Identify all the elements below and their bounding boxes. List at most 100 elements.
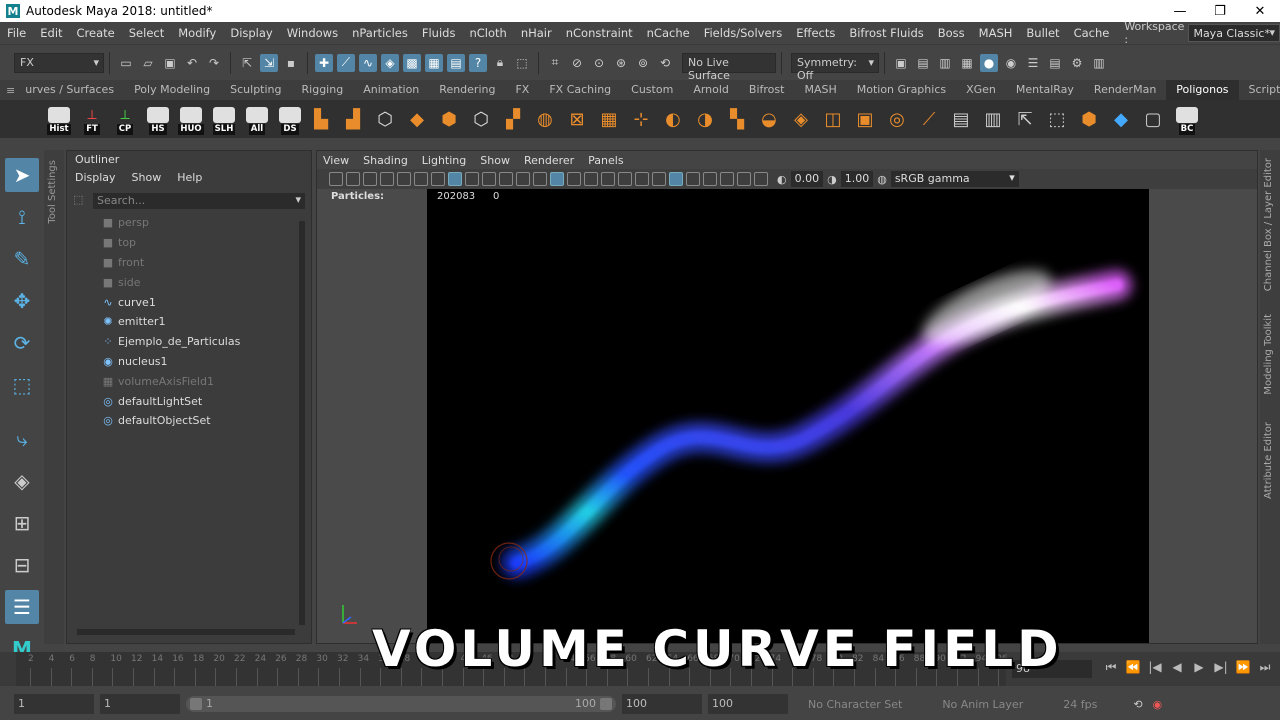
select-by-curve-icon[interactable]: ∿ — [359, 53, 377, 72]
outliner-item[interactable]: ◎ defaultLightSet — [67, 391, 299, 411]
filter-icon[interactable]: ⬚ — [73, 193, 83, 206]
tab-motion-graphics[interactable]: Motion Graphics — [847, 80, 956, 100]
tab-bifrost[interactable]: Bifrost — [739, 80, 795, 100]
undo-icon[interactable]: ↶ — [183, 54, 201, 72]
step-forward-frame-button[interactable]: ▶| — [1210, 660, 1232, 675]
paint-select-tool-icon[interactable]: ✎ — [5, 242, 39, 276]
tab-mentalray[interactable]: MentalRay — [1006, 80, 1084, 100]
sphere-icon[interactable]: ◍ — [532, 106, 558, 132]
extrude-icon[interactable]: ▙ — [308, 106, 334, 132]
scale-tool-icon[interactable]: ⬚ — [5, 368, 39, 402]
menu-bullet[interactable]: Bullet — [1019, 26, 1066, 40]
go-to-end-button[interactable]: ⏭ — [1254, 660, 1276, 675]
cube-icon[interactable]: ⬡ — [372, 106, 398, 132]
select-by-joint-icon[interactable]: ⟋ — [337, 53, 355, 72]
menu-nparticles[interactable]: nParticles — [345, 26, 415, 40]
tab-fx[interactable]: FX — [505, 80, 539, 100]
outliner-item[interactable]: ∿ curve1 — [67, 292, 299, 312]
select-by-rendering-icon[interactable]: ▤ — [447, 53, 465, 72]
shelf-button-ds[interactable]: DS — [275, 103, 305, 135]
viewport-menu-panels[interactable]: Panels — [588, 154, 623, 167]
motion-blur-icon[interactable] — [652, 172, 666, 186]
menu-effects[interactable]: Effects — [789, 26, 842, 40]
menu-boss[interactable]: Boss — [931, 26, 972, 40]
tab-animation[interactable]: Animation — [353, 80, 429, 100]
animation-end-field[interactable]: 100 — [708, 694, 788, 714]
bounding-box-icon[interactable]: ⬚ — [1044, 106, 1070, 132]
append-icon[interactable]: ⊹ — [628, 106, 654, 132]
loop-icon[interactable]: ⟲ — [1133, 698, 1142, 711]
resolution-gate-icon[interactable] — [465, 172, 479, 186]
outliner-menu-show[interactable]: Show — [132, 171, 162, 184]
menu-nconstraint[interactable]: nConstraint — [559, 26, 640, 40]
fill-hole-icon[interactable]: ◒ — [756, 106, 782, 132]
snap-curve-icon[interactable]: ⊘ — [568, 54, 586, 72]
grid-icon[interactable]: ▦ — [596, 106, 622, 132]
step-back-frame-button[interactable]: |◀ — [1144, 660, 1166, 675]
bulk-command-icon[interactable]: ▢ — [1140, 106, 1166, 132]
outliner-menu-help[interactable]: Help — [177, 171, 202, 184]
anim-layer-dropdown[interactable]: No Anim Layer — [942, 698, 1023, 711]
redo-icon[interactable]: ↷ — [205, 54, 223, 72]
select-by-surface-icon[interactable]: ◈ — [381, 53, 399, 72]
bridge-icon[interactable]: ▟ — [340, 106, 366, 132]
live-surface-field[interactable]: No Live Surface — [682, 52, 776, 82]
poly-box-icon[interactable]: ⬢ — [1076, 106, 1102, 132]
separate-icon[interactable]: ▚ — [724, 106, 750, 132]
shelf-menu-icon[interactable]: ≡ — [0, 84, 15, 97]
step-back-key-button[interactable]: ⏪ — [1122, 660, 1144, 675]
close-button[interactable]: ✕ — [1240, 4, 1280, 19]
anti-aliasing-icon[interactable] — [669, 172, 683, 186]
tab-scripts[interactable]: Scripts — [1239, 80, 1280, 100]
snap-point-icon[interactable]: ⊙ — [590, 54, 608, 72]
viewport-menu-view[interactable]: View — [323, 154, 349, 167]
highlight-selection-icon[interactable]: ⬚ — [513, 54, 531, 72]
menu-display[interactable]: Display — [223, 26, 279, 40]
outliner-item[interactable]: ⁘ Ejemplo_de_Particulas — [67, 332, 299, 352]
shelf-button-hs[interactable]: HS — [143, 103, 173, 135]
tab-attribute-editor[interactable]: Attribute Editor — [1263, 422, 1274, 499]
lock-selection-icon[interactable]: 🔒︎ — [491, 54, 509, 72]
combine-icon[interactable]: ▞ — [500, 106, 526, 132]
tab-curves-surfaces[interactable]: urves / Surfaces — [15, 80, 124, 100]
xray-joints-icon[interactable] — [737, 172, 751, 186]
shelf-button-hist[interactable]: Hist — [44, 103, 74, 135]
xray-components-icon[interactable] — [754, 172, 768, 186]
tab-custom[interactable]: Custom — [621, 80, 683, 100]
shelf-button-all[interactable]: All — [242, 103, 272, 135]
render-view-icon[interactable]: ▣ — [892, 54, 910, 72]
render-settings-icon[interactable]: ▦ — [958, 54, 976, 72]
outliner-item[interactable]: ■ side — [67, 272, 299, 292]
rotate-tool-icon[interactable]: ⟳ — [5, 326, 39, 360]
menu-fluids[interactable]: Fluids — [415, 26, 463, 40]
target-weld-icon[interactable]: ⊠ — [564, 106, 590, 132]
show-outliner-icon[interactable]: ☰ — [1024, 54, 1042, 72]
go-to-start-button[interactable]: ⏮ — [1100, 660, 1122, 675]
shelf-button-cp[interactable]: ⟂ CP — [110, 103, 140, 135]
four-view-layout-icon[interactable]: ⊞ — [5, 506, 39, 540]
select-camera-icon[interactable] — [329, 172, 343, 186]
range-end-handle[interactable] — [600, 698, 612, 710]
outliner-item[interactable]: ■ top — [67, 233, 299, 253]
outliner-item[interactable]: ▦ volumeAxisField1 — [67, 371, 299, 391]
menu-nhair[interactable]: nHair — [514, 26, 559, 40]
select-tool-icon[interactable]: ➤ — [5, 158, 39, 192]
screen-space-ao-icon[interactable] — [635, 172, 649, 186]
grease-pencil-icon[interactable] — [414, 172, 428, 186]
tab-xgen[interactable]: XGen — [956, 80, 1006, 100]
ipr-render-icon[interactable]: ▥ — [936, 54, 954, 72]
outliner-item[interactable]: ◎ defaultObjectSet — [67, 411, 299, 431]
menu-select[interactable]: Select — [122, 26, 171, 40]
playback-end-field[interactable]: 100 — [622, 694, 702, 714]
textured-icon[interactable] — [584, 172, 598, 186]
color-management-icon[interactable]: ◍ — [877, 173, 887, 186]
outliner-item[interactable]: ✺ emitter1 — [67, 312, 299, 332]
outliner-search-input[interactable]: Search... — [93, 193, 305, 209]
move-tool-icon[interactable]: ✥ — [5, 284, 39, 318]
isolate-select-icon[interactable] — [703, 172, 717, 186]
grid-icon[interactable] — [431, 172, 445, 186]
exposure-icon[interactable]: ◐ — [777, 173, 787, 186]
tab-modeling-toolkit[interactable]: Modeling Toolkit — [1263, 314, 1274, 395]
tab-rigging[interactable]: Rigging — [292, 80, 354, 100]
show-channel-box-icon[interactable]: ▥ — [1090, 54, 1108, 72]
